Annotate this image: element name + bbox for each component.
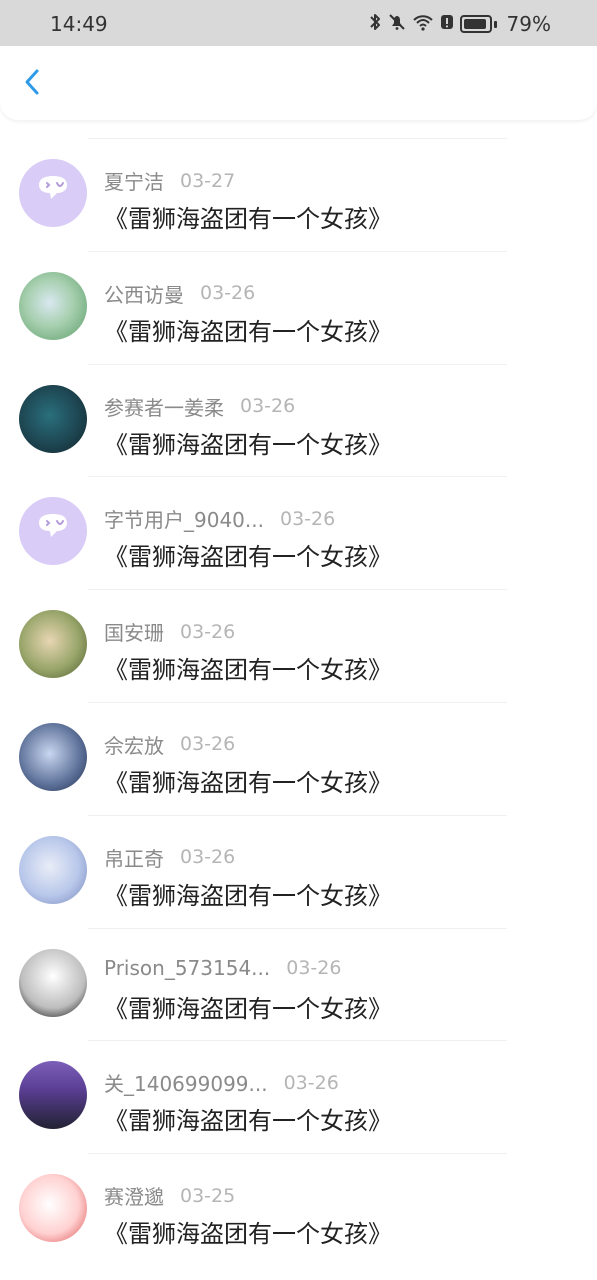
- date: 03-26: [180, 620, 236, 643]
- list-item[interactable]: 帛正奇 03-26 《雷狮海盗团有一个女孩》: [0, 814, 597, 928]
- item-meta: 公西访曼 03-26: [104, 279, 567, 308]
- divider: [88, 1040, 507, 1042]
- list-item[interactable]: 赛澄邈 03-25 《雷狮海盗团有一个女孩》: [0, 1153, 597, 1266]
- date: 03-26: [180, 846, 236, 869]
- item-meta: 参赛者一姜柔 03-26: [104, 392, 567, 421]
- username[interactable]: 公西访曼: [104, 279, 184, 308]
- list-item[interactable]: 佘宏放 03-26 《雷狮海盗团有一个女孩》: [0, 701, 597, 815]
- message-text: 《雷狮海盗团有一个女孩》: [104, 205, 392, 233]
- username[interactable]: Prison_573154...: [104, 956, 270, 980]
- list-item[interactable]: 关_140699099... 03-26 《雷狮海盗团有一个女孩》: [0, 1040, 597, 1153]
- divider: [88, 814, 507, 816]
- battery-icon: [459, 15, 492, 33]
- photo-avatar[interactable]: [19, 948, 87, 1017]
- bluetooth-icon: [368, 13, 382, 36]
- divider: [88, 1153, 507, 1155]
- message-text: 《雷狮海盗团有一个女孩》: [104, 1220, 392, 1249]
- date: 03-26: [283, 1071, 339, 1094]
- list-item[interactable]: 夏宁洁 03-27 《雷狮海盗团有一个女孩》: [0, 138, 597, 251]
- item-meta: 关_140699099... 03-26: [104, 1068, 567, 1097]
- list-item[interactable]: 字节用户_9040... 03-26 《雷狮海盗团有一个女孩》: [0, 476, 597, 589]
- list-item[interactable]: Prison_573154... 03-26 《雷狮海盗团有一个女孩》: [0, 927, 597, 1041]
- item-meta: 国安珊 03-26: [104, 617, 567, 646]
- message-text: 《雷狮海盗团有一个女孩》: [104, 768, 392, 797]
- username[interactable]: 帛正奇: [104, 843, 164, 872]
- date: 03-26: [240, 395, 296, 418]
- message-list: 夏宁洁 03-27 《雷狮海盗团有一个女孩》 公西访曼 03-26 《雷狮海盗团…: [0, 138, 597, 1266]
- message-text: 《雷狮海盗团有一个女孩》: [104, 430, 392, 459]
- divider: [88, 589, 507, 591]
- message-text: 《雷狮海盗团有一个女孩》: [104, 543, 392, 572]
- username[interactable]: 关_140699099...: [104, 1068, 268, 1097]
- chat-bubble-avatar-icon[interactable]: [19, 159, 87, 227]
- dnd-icon: [388, 13, 406, 36]
- photo-avatar[interactable]: [19, 722, 87, 791]
- username[interactable]: 国安珊: [104, 617, 164, 646]
- top-nav: [0, 46, 597, 120]
- username[interactable]: 字节用户_9040...: [104, 504, 264, 533]
- message-text: 《雷狮海盗团有一个女孩》: [104, 317, 392, 346]
- battery-percent: 79%: [506, 12, 551, 36]
- date: 03-26: [279, 507, 336, 530]
- divider: [88, 927, 507, 929]
- item-meta: 帛正奇 03-26: [104, 843, 567, 872]
- battery-cap: [493, 20, 497, 28]
- username[interactable]: 赛澄邈: [104, 1181, 164, 1210]
- status-icons: 79%: [368, 12, 551, 36]
- photo-avatar[interactable]: [19, 384, 87, 453]
- username[interactable]: 参赛者一姜柔: [104, 392, 224, 421]
- list-item[interactable]: 公西访曼 03-26 《雷狮海盗团有一个女孩》: [0, 250, 597, 364]
- status-time: 14:49: [50, 12, 108, 36]
- username[interactable]: 夏宁洁: [104, 166, 164, 195]
- username[interactable]: 佘宏放: [104, 730, 164, 759]
- item-meta: 字节用户_9040... 03-26: [104, 504, 567, 533]
- back-button[interactable]: [18, 68, 46, 96]
- message-text: 《雷狮海盗团有一个女孩》: [104, 1107, 392, 1136]
- item-meta: 夏宁洁 03-27: [104, 166, 567, 195]
- divider: [88, 476, 507, 478]
- date: 03-25: [180, 1184, 236, 1207]
- divider: [88, 701, 507, 703]
- wifi-icon: [412, 13, 434, 36]
- divider: [88, 250, 507, 252]
- item-meta: 佘宏放 03-26: [104, 730, 567, 759]
- date: 03-26: [180, 733, 236, 756]
- date: 03-27: [180, 169, 236, 192]
- message-text: 《雷狮海盗团有一个女孩》: [104, 656, 392, 685]
- status-bar: 14:49 79%: [0, 0, 597, 46]
- photo-avatar[interactable]: [19, 1061, 87, 1130]
- photo-avatar[interactable]: [19, 835, 87, 904]
- photo-avatar[interactable]: [19, 1174, 87, 1243]
- date: 03-26: [200, 282, 256, 305]
- photo-avatar[interactable]: [19, 610, 87, 679]
- chat-bubble-avatar-icon[interactable]: [19, 497, 87, 566]
- item-meta: Prison_573154... 03-26: [104, 956, 567, 980]
- list-item[interactable]: 国安珊 03-26 《雷狮海盗团有一个女孩》: [0, 589, 597, 702]
- list-item[interactable]: 参赛者一姜柔 03-26 《雷狮海盗团有一个女孩》: [0, 363, 597, 477]
- alert-icon: [440, 13, 454, 36]
- divider: [88, 363, 507, 365]
- photo-avatar[interactable]: [19, 271, 87, 340]
- item-meta: 赛澄邈 03-25: [104, 1181, 567, 1210]
- message-text: 《雷狮海盗团有一个女孩》: [104, 881, 392, 910]
- message-text: 《雷狮海盗团有一个女孩》: [104, 994, 392, 1023]
- date: 03-26: [286, 956, 342, 979]
- divider: [88, 138, 507, 139]
